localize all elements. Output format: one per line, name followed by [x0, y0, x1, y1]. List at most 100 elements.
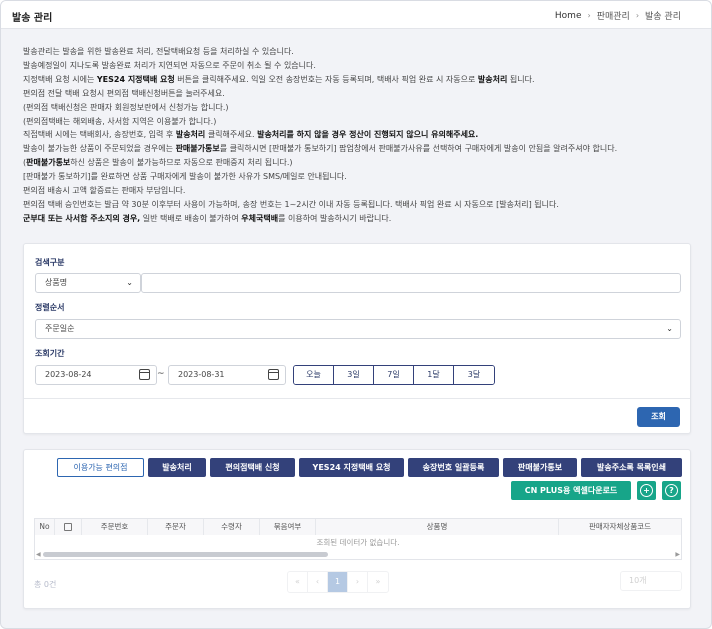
select-all-checkbox[interactable]	[64, 523, 72, 531]
notice-text-run: 지정택배 요청 시에는	[23, 74, 97, 84]
column-bundle: 묶음여부	[260, 519, 316, 535]
add-button[interactable]: +	[637, 481, 656, 500]
notice-line: 지정택배 요청 시에는 YES24 지정택배 요청 버튼을 클릭해주세요. 익일…	[23, 73, 693, 87]
search-category-label: 검색구분	[35, 258, 65, 267]
date-to-value: 2023-08-31	[178, 370, 225, 379]
calendar-icon[interactable]	[139, 369, 150, 380]
prev-page-button[interactable]: ‹	[308, 572, 328, 592]
date-from-input[interactable]: 2023-08-24	[35, 365, 157, 385]
breadcrumb: Home › 판매관리 › 발송 관리	[555, 9, 681, 23]
date-range-separator: ~	[157, 369, 165, 379]
breadcrumb-sales[interactable]: 판매관리	[597, 9, 630, 22]
notice-emphasis: YES24 지정택배 요청	[96, 74, 175, 84]
unsellable-notice-button[interactable]: 판매불가통보	[503, 458, 577, 477]
ship-process-button[interactable]: 발송처리	[148, 458, 206, 477]
notice-emphasis: 판매불가통보	[26, 158, 71, 168]
notice-emphasis: 발송처리	[477, 74, 508, 84]
period-quick-buttons: 오늘 3일 7일 1달 3달	[293, 365, 495, 385]
scroll-right-icon[interactable]: ▶	[675, 550, 680, 559]
notice-text-run: 클릭해주세요.	[205, 130, 258, 140]
calendar-icon[interactable]	[268, 369, 279, 380]
question-circle-icon: ?	[665, 484, 678, 497]
pagination-bar: 총 0건 « ‹ 1 › » 10개	[24, 565, 690, 608]
notice-text-run: 버튼을 클릭해주세요. 익일 오전 송장번호는 자동 등록되며, 택배사 픽업 …	[174, 74, 478, 84]
notice-text-run: (편의점 택배신청은 판매자 회원정보란에서 신청가능 합니다.)	[23, 102, 229, 112]
help-button[interactable]: ?	[662, 481, 681, 500]
notice-text-run: 편의점 택배 승인번호는 발급 약 30분 이후부터 사용이 가능하며, 송장 …	[23, 199, 559, 209]
first-page-button[interactable]: «	[288, 572, 308, 592]
date-to-input[interactable]: 2023-08-31	[168, 365, 286, 385]
store-delivery-request-button[interactable]: 편의점택배 신청	[210, 458, 295, 477]
column-orderer: 주문자	[148, 519, 204, 535]
scroll-left-icon[interactable]: ◀	[36, 550, 41, 559]
column-product-name: 상품명	[316, 519, 559, 535]
notice-line: 발송관리는 발송을 위한 발송완료 처리, 전달택배요청 등을 처리하실 수 있…	[23, 45, 693, 59]
notice-line: 발송이 불가능한 상품이 주문되었을 경우에는 판매불가통보를 클릭하시면 [판…	[23, 142, 693, 156]
period-7days-button[interactable]: 7일	[374, 366, 414, 384]
date-from-value: 2023-08-24	[45, 370, 92, 379]
notice-text-run: 를 클릭하시면 [판매불가 통보하기] 팝업창에서 판매불가사유를 선택하여 구…	[219, 144, 618, 154]
sort-order-select[interactable]: 주문일순 ⌄	[35, 319, 681, 339]
next-page-button[interactable]: ›	[348, 572, 368, 592]
notice-text-run: 발송관리는 발송을 위한 발송완료 처리, 전달택배요청 등을 처리하실 수 있…	[23, 47, 294, 56]
period-3days-button[interactable]: 3일	[334, 366, 374, 384]
notice-emphasis: 판매불가통보	[175, 144, 220, 154]
notice-emphasis: 발송처리	[175, 130, 206, 140]
notice-text-run: 일반 택배로 배송이 불가하여	[140, 213, 242, 223]
search-button[interactable]: 조회	[637, 407, 680, 427]
notice-text-run: 편의점 전달 택배 요청시 편의점 택배신청버튼을 눌러주세요.	[23, 88, 225, 98]
notice-line: 편의점 배송시 고액 할증료는 판매자 부담입니다.	[23, 184, 693, 198]
notice-line: [판매불가 통보하기]를 완료하면 상품 구매자에게 발송이 불가한 사유가 S…	[23, 170, 693, 184]
scrollbar-thumb[interactable]	[43, 552, 328, 557]
page-size-select[interactable]: 10개	[620, 571, 682, 591]
period-1month-button[interactable]: 1달	[414, 366, 454, 384]
notice-line: 발송예정일이 지나도록 발송완료 처리가 지연되면 자동으로 주문이 취소 될 …	[23, 59, 693, 73]
column-no: No	[35, 519, 55, 535]
notice-text-run: 하신 상품은 발송이 불가능하므로 자동으로 판매중지 처리 됩니다.)	[70, 158, 293, 168]
pagination: « ‹ 1 › »	[287, 571, 389, 593]
notice-emphasis: 우체국택배	[241, 213, 279, 223]
plus-circle-icon: +	[640, 484, 653, 497]
order-list-panel: 이용가능 편의점 발송처리 편의점택배 신청 YES24 지정택배 요청 송장번…	[23, 449, 691, 609]
period-3months-button[interactable]: 3달	[454, 366, 494, 384]
top-bar: 발송 관리 Home › 판매관리 › 발송 관리	[1, 1, 711, 29]
notice-emphasis: 군부대 또는 사서함 주소지의 경우,	[23, 213, 141, 223]
address-list-print-button[interactable]: 발송주소록 목록인쇄	[581, 458, 682, 477]
notice-line: 군부대 또는 사서함 주소지의 경우, 일반 택배로 배송이 불가하여 우체국택…	[23, 212, 693, 226]
notice-text-run: (편의점택배는 해외배송, 사서함 지역은 이용불가 합니다.)	[23, 116, 217, 126]
last-page-button[interactable]: »	[368, 572, 388, 592]
search-keyword-input[interactable]	[141, 273, 681, 293]
action-toolbar: 이용가능 편의점 발송처리 편의점택배 신청 YES24 지정택배 요청 송장번…	[57, 458, 682, 477]
empty-message: 조회된 데이터가 없습니다.	[316, 538, 400, 547]
excel-download-button[interactable]: CN PLUS용 엑셀다운로드	[511, 481, 631, 500]
period-label: 조회기간	[35, 349, 65, 358]
breadcrumb-home[interactable]: Home	[555, 11, 582, 21]
notice-text-run: 를 이용하여 발송하시기 바랍니다.	[278, 213, 392, 223]
notice-line: 편의점 전달 택배 요청시 편의점 택배신청버튼을 눌러주세요.	[23, 87, 693, 101]
order-table: No 주문번호 주문자 수령자 묶음여부 상품명 판매자자체상품코드 조회된 데…	[34, 518, 682, 560]
notice-line: (판매불가통보하신 상품은 발송이 불가능하므로 자동으로 판매중지 처리 됩니…	[23, 156, 693, 170]
search-category-value: 상품명	[45, 278, 68, 287]
notice-text-run: 됩니다.	[507, 74, 535, 84]
column-seller-product-code: 판매자자체상품코드	[588, 522, 652, 531]
tracking-bulk-register-button[interactable]: 송장번호 일괄등록	[408, 458, 499, 477]
page-frame: 발송 관리 Home › 판매관리 › 발송 관리 발송관리는 발송을 위한 발…	[0, 0, 712, 629]
sort-order-label: 정렬순서	[35, 303, 65, 312]
search-category-select[interactable]: 상품명 ⌄	[35, 273, 141, 293]
column-recipient: 수령자	[204, 519, 260, 535]
notice-text-run: 편의점 배송시 고액 할증료는 판매자 부담입니다.	[23, 186, 186, 196]
period-today-button[interactable]: 오늘	[294, 366, 334, 384]
chevron-down-icon: ⌄	[666, 324, 673, 333]
sort-order-value: 주문일순	[45, 324, 75, 333]
notice-text: 발송관리는 발송을 위한 발송완료 처리, 전달택배요청 등을 처리하실 수 있…	[23, 45, 693, 226]
notice-text-run: [판매불가 통보하기]를 완료하면 상품 구매자에게 발송이 불가한 사유가 S…	[23, 172, 347, 182]
page-1-button[interactable]: 1	[328, 572, 348, 592]
notice-text-run: 발송예정일이 지나도록 발송완료 처리가 지연되면 자동으로 주문이 취소 될 …	[23, 60, 316, 70]
horizontal-scrollbar[interactable]: ◀ ▶	[35, 550, 681, 559]
chevron-right-icon: ›	[635, 11, 640, 20]
available-stores-button[interactable]: 이용가능 편의점	[57, 458, 144, 477]
notice-line: 편의점 택배 승인번호는 발급 약 30분 이후부터 사용이 가능하며, 송장 …	[23, 198, 693, 212]
yes24-courier-request-button[interactable]: YES24 지정택배 요청	[299, 458, 404, 477]
chevron-down-icon: ⌄	[126, 278, 133, 287]
page-title: 발송 관리	[12, 13, 53, 24]
